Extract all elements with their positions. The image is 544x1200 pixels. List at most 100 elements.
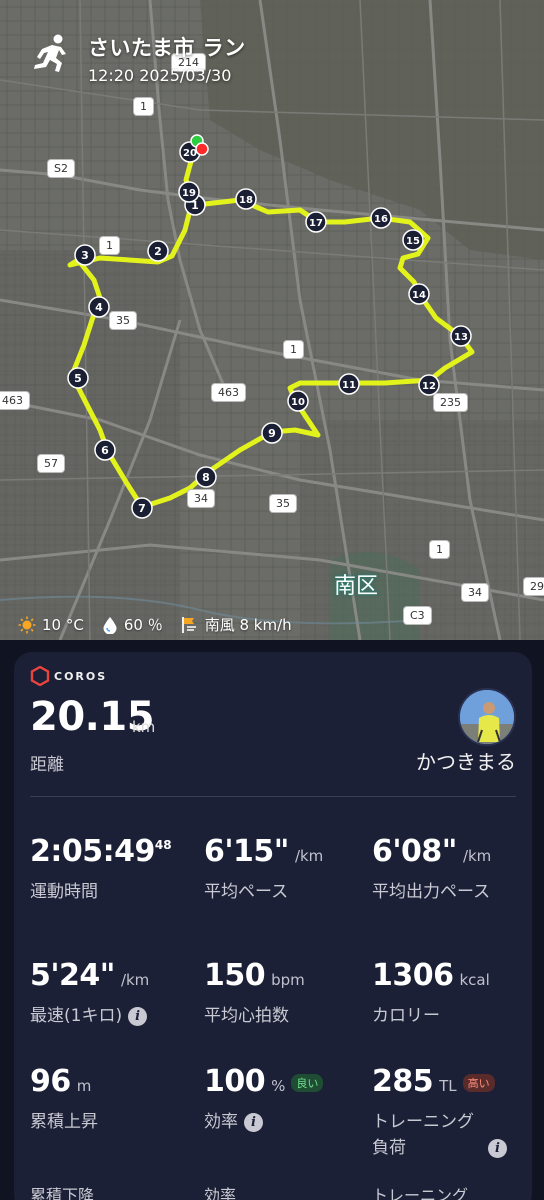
km-marker: 14 (408, 283, 430, 305)
humidity: 60 ％ (123, 616, 163, 634)
avg-power-pace-value: 6'08" (372, 834, 457, 869)
elev-value: 96 (30, 1064, 71, 1099)
moving-time-label: 運動時間 (30, 882, 98, 902)
activity-summary-card: COROS 20.15 km 距離 かつきまる 2:05:4948 運動時間 6… (14, 652, 532, 1200)
metric-fastest-km: 5'24" /km 最速(1キロ) i (30, 958, 149, 1029)
ward-label: 南区 (334, 574, 379, 599)
metric-training-load: 285 TL 高い トレーニング 負荷 i (372, 1064, 522, 1161)
avg-power-pace-unit: /km (462, 847, 492, 865)
fastest-unit: /km (120, 971, 150, 989)
km-marker: 18 (235, 188, 257, 210)
activity-title: さいたま市 ラン (88, 36, 246, 60)
temperature: 10 °C (42, 615, 84, 634)
fastest-label: 最速(1キロ) (30, 1006, 123, 1026)
km-marker: 6 (94, 439, 116, 461)
username: かつきまる (416, 750, 516, 774)
km-marker-label: 2 (154, 245, 162, 258)
brand-logo: COROS (30, 666, 107, 686)
cut-off-label: 効率 (204, 1186, 237, 1200)
km-markers: 1234567891011 121314151617181920 (67, 134, 472, 519)
avg-pace-label: 平均ペース (204, 882, 289, 902)
load-badge: 高い (462, 1073, 495, 1092)
hr-label: 平均心拍数 (204, 1006, 289, 1026)
info-icon[interactable]: i (244, 1112, 263, 1132)
sun-icon (18, 616, 36, 633)
avg-pace-value: 6'15" (204, 834, 289, 869)
eff-value: 100 (204, 1064, 266, 1099)
km-marker: 4 (88, 296, 110, 318)
metric-avg-pace: 6'15" /km 平均ペース (204, 834, 323, 905)
moving-time-value: 2:05:49 (30, 834, 155, 869)
eff-label: 効率 (204, 1112, 238, 1132)
cut-off-label: トレーニング (372, 1186, 469, 1200)
km-marker: 7 (131, 497, 153, 519)
metric-calories: 1306 kcal カロリー (372, 958, 490, 1029)
cal-unit: kcal (459, 971, 490, 989)
avatar-image (460, 690, 514, 744)
km-marker-label: 6 (101, 444, 109, 457)
divider (30, 796, 516, 797)
humidity-icon (103, 616, 117, 634)
km-marker: 15 (402, 229, 424, 251)
metric-avg-hr: 150 bpm 平均心拍数 (204, 958, 305, 1029)
km-marker: 3 (74, 244, 96, 266)
distance-label: 距離 (30, 755, 64, 775)
cal-value: 1306 (372, 958, 454, 993)
avatar[interactable] (458, 688, 516, 746)
activity-header: さいたま市 ラン 12:20 2025/03/30 (30, 32, 246, 85)
km-marker-label: 7 (138, 502, 146, 515)
km-marker-label: 15 (406, 236, 420, 247)
metric-moving-time: 2:05:4948 運動時間 (30, 834, 172, 905)
load-label-line1: トレーニング (372, 1112, 474, 1132)
km-marker-label: 12 (422, 381, 436, 392)
km-marker-label: 11 (342, 380, 356, 391)
km-marker-label: 17 (309, 218, 323, 229)
km-marker-label: 8 (202, 471, 210, 484)
km-marker: 5 (67, 367, 89, 389)
distance-unit: km (132, 718, 156, 736)
km-marker-label: 20 (183, 148, 197, 159)
km-marker-label: 19 (182, 188, 196, 199)
km-marker: 9 (261, 422, 283, 444)
info-icon[interactable]: i (488, 1138, 507, 1158)
km-marker-label: 9 (268, 427, 276, 440)
cut-off-label: 累積下降 (30, 1186, 95, 1200)
avg-power-pace-label: 平均出力ペース (372, 882, 491, 902)
wind-flag-icon (181, 616, 196, 633)
brand-name: COROS (54, 669, 108, 683)
km-marker: 16 (370, 207, 392, 229)
hr-value: 150 (204, 958, 266, 993)
info-icon[interactable]: i (128, 1006, 148, 1026)
cal-label: カロリー (372, 1006, 440, 1026)
load-label-line2: 負荷 (372, 1138, 406, 1158)
moving-time-hundredths: 48 (154, 838, 172, 852)
load-unit: TL (439, 1077, 457, 1095)
avg-pace-unit: /km (294, 847, 324, 865)
eff-unit: % (271, 1077, 286, 1095)
activity-datetime: 12:20 2025/03/30 (88, 66, 232, 85)
hr-unit: bpm (271, 971, 305, 989)
km-marker-label: 5 (74, 372, 82, 385)
km-marker-label: 14 (412, 290, 426, 301)
km-marker: 19 (178, 181, 200, 203)
km-marker-label: 18 (239, 195, 253, 206)
fastest-value: 5'24" (30, 958, 115, 993)
km-marker: 12 (418, 374, 440, 396)
km-marker-label: 10 (291, 397, 305, 408)
km-marker: 2 (147, 240, 169, 262)
metric-efficiency: 100% 良い 効率 i (204, 1064, 324, 1135)
wind: 南風 8 km/h (204, 616, 292, 634)
metric-elevation-gain: 96 m 累積上昇 (30, 1064, 98, 1135)
running-icon (34, 34, 66, 72)
km-marker-label: 13 (454, 332, 468, 343)
metric-avg-power-pace: 6'08" /km 平均出力ペース (372, 834, 522, 905)
elev-label: 累積上昇 (30, 1112, 98, 1132)
km-marker: 11 (338, 373, 360, 395)
km-marker: 13 (450, 325, 472, 347)
km-marker: 8 (195, 466, 217, 488)
eff-badge: 良い (291, 1073, 324, 1092)
km-marker-label: 4 (95, 301, 103, 314)
load-value: 285 (372, 1064, 434, 1099)
km-marker: 10 (287, 390, 309, 412)
route-map[interactable]: 214 1 S2 1 35 1 463 463 57 34 35 235 1 3… (0, 0, 544, 640)
